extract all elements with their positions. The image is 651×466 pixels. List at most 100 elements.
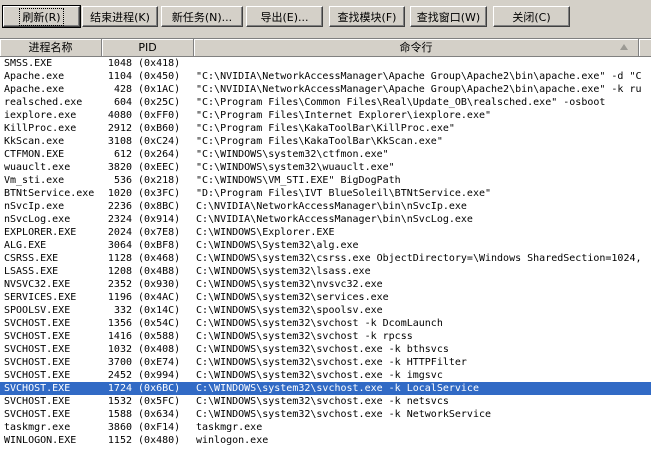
export-button[interactable]: 导出(E)... xyxy=(246,6,323,27)
pid-cell: 1356 (0x54C) xyxy=(102,317,192,330)
close-button[interactable]: 关闭(C) xyxy=(493,6,570,27)
table-row[interactable]: SVCHOST.EXE 1356 (0x54C) C:\WINDOWS\system… xyxy=(0,317,651,330)
pid-cell: 1724 (0x6BC) xyxy=(102,382,192,395)
column-header-cmd[interactable]: 命令行 xyxy=(194,39,639,56)
pid-decimal: 1020 xyxy=(107,188,132,199)
command-line-cell: C:\WINDOWS\system32\svchost.exe -k netsv… xyxy=(196,396,449,407)
table-row[interactable]: KkScan.exe 3108 (0xC24) "C:\Program Files\… xyxy=(0,135,651,148)
pid-hex: (0xB60) xyxy=(138,123,181,134)
command-line-cell: "C:\NVIDIA\NetworkAccessManager\Apache G… xyxy=(196,71,642,82)
pid-cell: 3064 (0xBF8) xyxy=(102,239,192,252)
end-process-button[interactable]: 结束进程(K) xyxy=(82,6,158,27)
pid-decimal: 332 xyxy=(113,305,132,316)
pid-decimal: 2324 xyxy=(107,214,132,225)
pid-hex: (0x450) xyxy=(138,71,181,82)
column-header-cmd-label: 命令行 xyxy=(399,41,433,54)
table-row[interactable]: SVCHOST.EXE 1032 (0x408) C:\WINDOWS\system… xyxy=(0,343,651,356)
table-row[interactable]: ALG.EXE 3064 (0xBF8) C:\WINDOWS\System32\a… xyxy=(0,239,651,252)
table-row[interactable]: NVSVC32.EXE 2352 (0x930) C:\WINDOWS\system… xyxy=(0,278,651,291)
pid-cell: 4080 (0xFF0) xyxy=(102,109,192,122)
table-row[interactable]: SPOOLSV.EXE 332 (0x14C) C:\WINDOWS\system3… xyxy=(0,304,651,317)
table-row[interactable]: Apache.exe 1104 (0x450) "C:\NVIDIA\Network… xyxy=(0,70,651,83)
table-row[interactable]: CSRSS.EXE 1128 (0x468) C:\WINDOWS\system32… xyxy=(0,252,651,265)
command-line-cell: C:\WINDOWS\system32\svchost.exe -k imgsv… xyxy=(196,370,443,381)
process-name-cell: CTFMON.EXE xyxy=(4,149,65,160)
table-row[interactable]: WINLOGON.EXE 1152 (0x480) winlogon.exe xyxy=(0,434,651,447)
table-row[interactable]: wuauclt.exe 3820 (0xEEC) "C:\WINDOWS\syste… xyxy=(0,161,651,174)
pid-hex: (0x588) xyxy=(138,331,181,342)
refresh-button[interactable]: 刷新(R) xyxy=(2,5,81,28)
command-line-cell: "C:\WINDOWS\VM_STI.EXE" BigDogPath xyxy=(196,175,401,186)
pid-cell: 2324 (0x914) xyxy=(102,213,192,226)
new-task-button[interactable]: 新任务(N)... xyxy=(161,6,243,27)
column-header-filler xyxy=(639,39,651,56)
pid-cell: 1128 (0x468) xyxy=(102,252,192,265)
pid-cell: 1032 (0x408) xyxy=(102,343,192,356)
find-window-button[interactable]: 查找窗口(W) xyxy=(410,6,487,27)
pid-hex: (0x4B8) xyxy=(138,266,181,277)
table-row[interactable]: EXPLORER.EXE 2024 (0x7E8) C:\WINDOWS\Explo… xyxy=(0,226,651,239)
process-name-cell: BTNtService.exe xyxy=(4,188,95,199)
table-row[interactable]: nSvcIp.exe 2236 (0x8BC) C:\NVIDIA\NetworkA… xyxy=(0,200,651,213)
table-row[interactable]: SVCHOST.EXE 2452 (0x994) C:\WINDOWS\system… xyxy=(0,369,651,382)
table-row[interactable]: SVCHOST.EXE 3700 (0xE74) C:\WINDOWS\system… xyxy=(0,356,651,369)
pid-decimal: 1208 xyxy=(107,266,132,277)
process-name-cell: SVCHOST.EXE xyxy=(4,331,71,342)
pid-hex: (0x218) xyxy=(138,175,181,186)
table-row[interactable]: SVCHOST.EXE 1416 (0x588) C:\WINDOWS\system… xyxy=(0,330,651,343)
command-line-cell: "C:\Program Files\KakaToolBar\KkScan.exe… xyxy=(196,136,443,147)
pid-cell: 1048 (0x418) xyxy=(102,57,192,70)
pid-hex: (0x25C) xyxy=(138,97,181,108)
toolbar: 刷新(R) 结束进程(K) 新任务(N)... 导出(E)... 查找模块(F)… xyxy=(0,0,651,36)
table-row[interactable]: SMSS.EXE 1048 (0x418) xyxy=(0,57,651,70)
process-name-cell: iexplore.exe xyxy=(4,110,77,121)
command-line-cell: C:\WINDOWS\system32\services.exe xyxy=(196,292,389,303)
pid-decimal: 1196 xyxy=(107,292,132,303)
pid-decimal: 1356 xyxy=(107,318,132,329)
table-row[interactable]: SVCHOST.EXE 1532 (0x5FC) C:\WINDOWS\system… xyxy=(0,395,651,408)
pid-hex: (0x54C) xyxy=(138,318,181,329)
pid-decimal: 428 xyxy=(113,84,132,95)
process-name-cell: wuauclt.exe xyxy=(4,162,71,173)
command-line-cell: C:\WINDOWS\system32\nvsvc32.exe xyxy=(196,279,383,290)
table-row[interactable]: LSASS.EXE 1208 (0x4B8) C:\WINDOWS\system32… xyxy=(0,265,651,278)
pid-decimal: 1048 xyxy=(107,58,132,69)
table-row[interactable]: BTNtService.exe 1020 (0x3FC) "D:\Program F… xyxy=(0,187,651,200)
command-line-cell: taskmgr.exe xyxy=(196,422,263,433)
process-name-cell: SPOOLSV.EXE xyxy=(4,305,71,316)
pid-hex: (0x480) xyxy=(138,435,181,446)
pid-cell: 1416 (0x588) xyxy=(102,330,192,343)
pid-decimal: 2236 xyxy=(107,201,132,212)
table-row[interactable]: iexplore.exe 4080 (0xFF0) "C:\Program File… xyxy=(0,109,651,122)
process-name-cell: SMSS.EXE xyxy=(4,58,53,69)
command-line-cell: "C:\Program Files\KakaToolBar\KillProc.e… xyxy=(196,123,455,134)
command-line-cell: C:\WINDOWS\system32\svchost -k rpcss xyxy=(196,331,413,342)
table-row[interactable]: Vm_sti.exe 536 (0x218) "C:\WINDOWS\VM_STI.… xyxy=(0,174,651,187)
command-line-cell: "C:\WINDOWS\system32\ctfmon.exe" xyxy=(196,149,389,160)
table-row[interactable]: SVCHOST.EXE 1724 (0x6BC) C:\WINDOWS\system… xyxy=(0,382,651,395)
table-row[interactable]: SERVICES.EXE 1196 (0x4AC) C:\WINDOWS\syste… xyxy=(0,291,651,304)
pid-decimal: 2912 xyxy=(107,123,132,134)
pid-hex: (0x7E8) xyxy=(138,227,181,238)
process-name-cell: SERVICES.EXE xyxy=(4,292,77,303)
pid-decimal: 3820 xyxy=(107,162,132,173)
table-row[interactable]: KillProc.exe 2912 (0xB60) "C:\Program File… xyxy=(0,122,651,135)
process-list[interactable]: 进程名称 PID 命令行 SMSS.EXE 1048 (0x418) Apache.… xyxy=(0,38,651,466)
table-row[interactable]: nSvcLog.exe 2324 (0x914) C:\NVIDIA\Network… xyxy=(0,213,651,226)
process-name-cell: SVCHOST.EXE xyxy=(4,344,71,355)
pid-cell: 1152 (0x480) xyxy=(102,434,192,447)
column-header-name[interactable]: 进程名称 xyxy=(0,39,102,56)
pid-decimal: 1532 xyxy=(107,396,132,407)
table-row[interactable]: realsched.exe 604 (0x25C) "C:\Program File… xyxy=(0,96,651,109)
pid-decimal: 536 xyxy=(113,175,132,186)
pid-cell: 3860 (0xF14) xyxy=(102,421,192,434)
new-task-button-label: 新任务(N)... xyxy=(171,10,233,24)
table-row[interactable]: CTFMON.EXE 612 (0x264) "C:\WINDOWS\system3… xyxy=(0,148,651,161)
table-row[interactable]: taskmgr.exe 3860 (0xF14) taskmgr.exe xyxy=(0,421,651,434)
find-module-button[interactable]: 查找模块(F) xyxy=(329,6,405,27)
table-row[interactable]: Apache.exe 428 (0x1AC) "C:\NVIDIA\NetworkA… xyxy=(0,83,651,96)
table-row[interactable]: SVCHOST.EXE 1588 (0x634) C:\WINDOWS\system… xyxy=(0,408,651,421)
command-line-cell: "C:\Program Files\Common Files\Real\Upda… xyxy=(196,97,606,108)
pid-hex: (0x634) xyxy=(138,409,181,420)
column-header-pid[interactable]: PID xyxy=(102,39,194,56)
